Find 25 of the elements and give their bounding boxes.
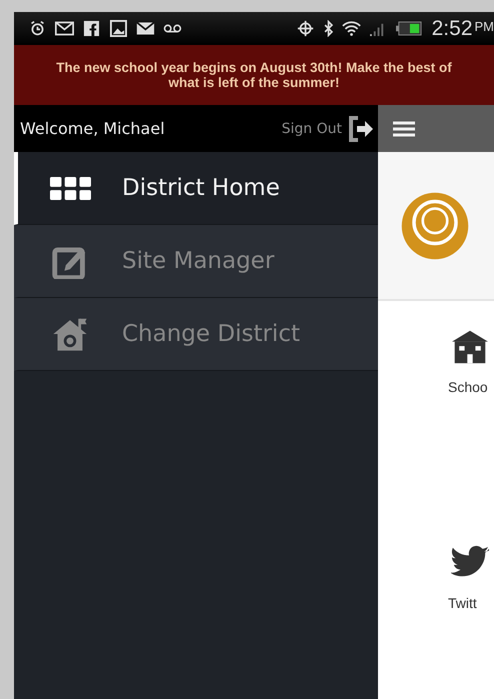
sign-out-icon[interactable] — [348, 114, 374, 142]
nav-item[interactable]: District Home — [14, 152, 378, 225]
facebook-icon — [82, 20, 101, 37]
nav-item[interactable]: Site Manager — [14, 225, 378, 298]
announcement-text: The new school year begins on August 30th! Make the best of what is left of the summer! — [55, 60, 453, 90]
concentric-circles-logo-icon — [400, 190, 470, 260]
menu-icon[interactable] — [393, 120, 415, 138]
mail-icon — [55, 20, 74, 37]
battery-icon — [396, 20, 422, 37]
nav-item[interactable]: Change District — [14, 298, 378, 371]
wifi-icon — [342, 20, 361, 37]
house-gear-icon — [51, 316, 89, 352]
clock-time: 2:52 — [432, 16, 472, 40]
clock-meridiem: PM — [474, 18, 494, 34]
tile-label[interactable]: Schoo — [448, 379, 488, 395]
tile-label[interactable]: Twitt — [448, 595, 477, 611]
welcome-text: Welcome, Michael — [20, 119, 166, 138]
sign-out-link[interactable]: Sign Out — [282, 120, 342, 136]
gps-icon — [296, 20, 315, 37]
alarm-clock-icon — [28, 20, 47, 37]
image-icon — [109, 20, 128, 37]
grid-icon — [50, 176, 90, 200]
bluetooth-icon — [322, 20, 334, 37]
school-building-icon[interactable] — [451, 329, 489, 365]
envelope-icon — [136, 20, 155, 37]
